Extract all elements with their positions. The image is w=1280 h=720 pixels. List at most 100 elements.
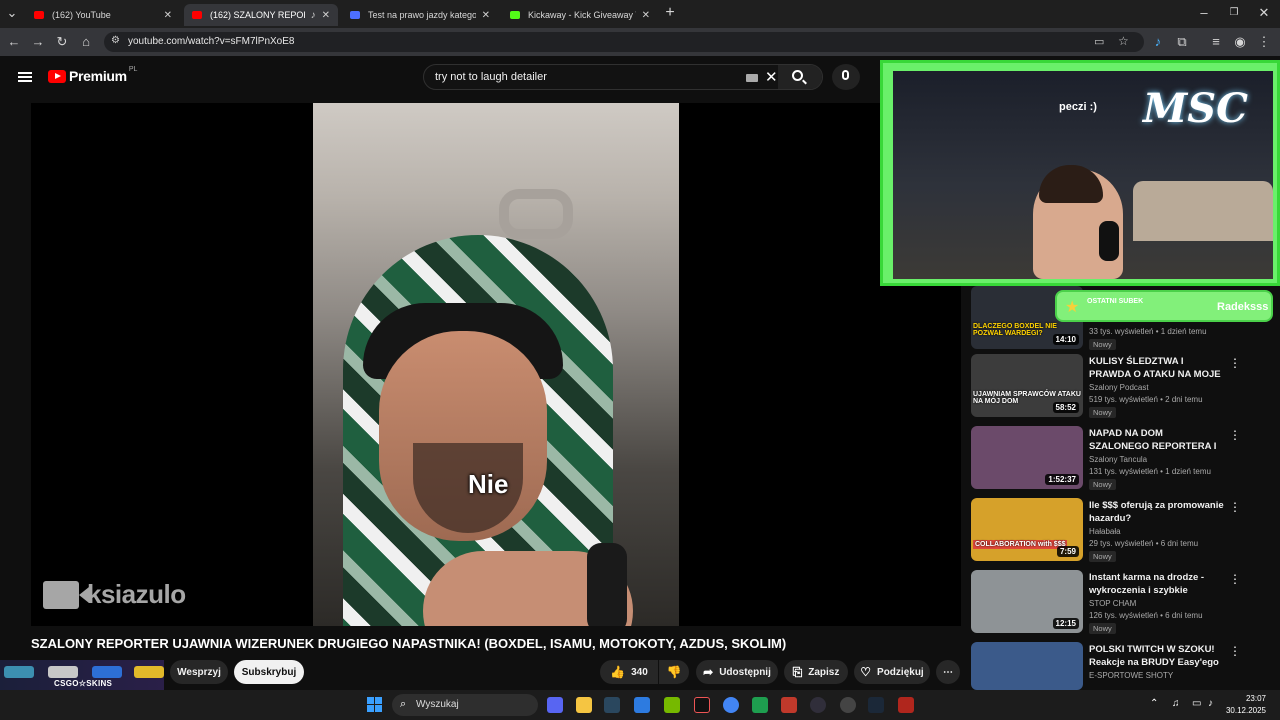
video-thumbnail[interactable]: UJAWNIAM SPRAWCÓW ATAKU NA MÓJ DOM 58:52 [971,354,1083,417]
chrome-icon[interactable] [723,697,739,713]
close-tab-icon[interactable]: ✕ [164,10,172,21]
thanks-button[interactable]: ♡ Podziękuj [854,660,930,684]
site-info-icon[interactable]: ⚙ [111,35,120,46]
new-badge: Nowy [1089,551,1116,562]
close-tab-icon[interactable]: ✕ [642,10,650,21]
tab-test-prawo-jazdy[interactable]: Test na prawo jazdy kategorii B ✕ [342,4,498,26]
back-arrow-icon[interactable]: ← [6,34,22,50]
file-explorer-icon[interactable] [576,697,592,713]
steam-app-icon[interactable] [868,697,884,713]
search-box[interactable]: try not to laugh detailer ✕ [423,64,823,90]
home-icon[interactable]: ⌂ [78,34,94,50]
video-player[interactable]: Nie ksiazulo [31,103,961,626]
dislike-button[interactable]: 👎 [659,660,689,684]
subscribe-label: Subskrybuj [241,666,297,678]
save-button[interactable]: ⎘ Zapisz [784,660,848,684]
more-options-icon[interactable]: ⋮ [1229,500,1241,514]
voice-search-button[interactable] [832,64,860,90]
youtube-premium-logo[interactable]: Premium PL [48,66,137,84]
tab-szalony-reporter[interactable]: (162) SZALONY REPORTER ♪ ✕ [184,4,338,26]
channel-name[interactable]: Szalony Podcast [1089,383,1149,392]
video-thumbnail[interactable]: 1:52:37 [971,426,1083,489]
tray-chevron-icon[interactable]: ⌃ [1150,698,1158,709]
shield-app-icon[interactable] [898,697,914,713]
windows-start-icon[interactable] [367,697,383,713]
recommendation-item[interactable]: 12:15 Instant karma na drodze - wykrocze… [971,570,1251,636]
browser-menu-icon[interactable]: ⋮ [1256,34,1272,50]
more-options-icon[interactable]: ⋮ [1229,644,1241,658]
video-meta: 131 tys. wyświetleń • 1 dzień temu [1089,467,1211,476]
channel-name[interactable]: STOP CHAM [1089,599,1136,608]
video-title[interactable]: NAPAD NA DOM SZALONEGO REPORTERA I KOMEN… [1089,427,1225,453]
extension-icon[interactable]: ♪ [1150,34,1166,50]
logo-text: Premium [69,68,127,84]
address-bar[interactable]: ⚙ youtube.com/watch?v=sFM7lPnXoE8 ▭ ☆ [104,32,1144,52]
spreadsheet-icon[interactable] [752,697,768,713]
minimize-window-icon[interactable]: – [1196,5,1212,21]
new-tab-button[interactable]: + [662,5,678,21]
keyboard-icon[interactable] [746,74,758,82]
taskbar-search[interactable]: ⌕ Wyszukaj [392,694,538,716]
taskbar-clock[interactable]: 23:07 30.12.2025 [1226,693,1266,717]
close-window-icon[interactable]: ✕ [1256,5,1272,21]
extensions-puzzle-icon[interactable]: ⧉ [1174,34,1190,50]
video-title[interactable]: POLSKI TWITCH W SZOKU! Reakcje na BRUDY … [1089,643,1225,669]
thanks-label: Podziękuj [877,666,924,678]
profile-avatar-icon[interactable]: ◉ [1232,34,1248,50]
menu-hamburger-icon[interactable] [18,72,32,82]
app-icon[interactable] [840,697,856,713]
tab-youtube[interactable]: (162) YouTube ✕ [26,4,180,26]
watermark-text: ksiazulo [87,579,186,609]
forward-arrow-icon[interactable]: → [30,34,46,50]
microphone-tray-icon[interactable]: ♫ [1172,698,1180,709]
channel-name[interactable]: Szalony Tancula [1089,455,1147,464]
more-actions-button[interactable]: ⋯ [936,660,960,684]
like-button[interactable]: 👍 340 [600,660,658,684]
more-options-icon[interactable]: ⋮ [1229,572,1241,586]
recommendation-item[interactable]: COLLABORATION with $$$ 7:59 Ile $$$ ofer… [971,498,1251,564]
new-badge: Nowy [1089,479,1116,490]
steam-icon[interactable] [604,697,620,713]
browser-app-icon[interactable] [634,697,650,713]
nvidia-icon[interactable] [664,697,680,713]
speaker-icon[interactable]: ♪ [311,10,316,21]
obs-icon[interactable] [810,697,826,713]
subscribe-button[interactable]: Subskrybuj [234,660,304,684]
video-title[interactable]: Ile $$$ oferują za promowanie hazardu? [1089,499,1225,525]
close-tab-icon[interactable]: ✕ [322,10,330,21]
voicemeeter-icon[interactable] [781,697,797,713]
channel-name[interactable]: Hałabała [1089,527,1121,536]
like-count: 340 [631,666,648,678]
channel-name[interactable]: E-SPORTOWE SHOTY [1089,671,1173,680]
cast-icon[interactable]: ▭ [1094,35,1104,48]
share-button[interactable]: ➦ Udostępnij [696,660,778,684]
reload-icon[interactable]: ↻ [54,34,70,50]
more-options-icon[interactable]: ⋮ [1229,428,1241,442]
more-options-icon[interactable]: ⋮ [1229,356,1241,370]
video-thumbnail[interactable]: COLLABORATION with $$$ 7:59 [971,498,1083,561]
video-title[interactable]: Instant karma na drodze - wykroczenia i … [1089,571,1225,597]
support-button[interactable]: Wesprzyj [170,660,228,684]
video-title: SZALONY REPORTER UJAWNIA WIZERUNEK DRUGI… [31,636,787,651]
close-tab-icon[interactable]: ✕ [482,10,490,21]
search-input[interactable]: try not to laugh detailer [435,71,547,83]
search-button[interactable] [778,65,822,89]
discord-icon[interactable] [547,697,563,713]
tab-kickaway[interactable]: Kickaway - Kick Giveaway Tool ✕ [502,4,658,26]
volume-tray-icon[interactable]: ♪ [1208,698,1213,709]
video-title[interactable]: KULISY ŚLEDZTWA I PRAWDA O ATAKU NA MOJE… [1089,355,1225,381]
video-thumbnail[interactable] [971,642,1083,690]
video-thumbnail[interactable]: 12:15 [971,570,1083,633]
reading-list-icon[interactable]: ≡ [1208,34,1224,50]
bookmark-star-icon[interactable]: ☆ [1118,34,1129,48]
microphone-shape [1099,221,1119,261]
recommendation-item[interactable]: 1:52:37 NAPAD NA DOM SZALONEGO REPORTERA… [971,426,1251,492]
recommendation-item[interactable]: UJAWNIAM SPRAWCÓW ATAKU NA MÓJ DOM 58:52… [971,354,1251,420]
share-label: Udostępnij [719,666,771,678]
clear-search-icon[interactable]: ✕ [765,68,778,86]
network-tray-icon[interactable]: ▭ [1192,698,1201,709]
terminal-icon[interactable] [694,697,710,713]
tab-list-chevron-icon[interactable]: ⌄ [4,5,20,21]
restore-window-icon[interactable]: ❐ [1226,5,1242,21]
search-icon [792,70,803,81]
